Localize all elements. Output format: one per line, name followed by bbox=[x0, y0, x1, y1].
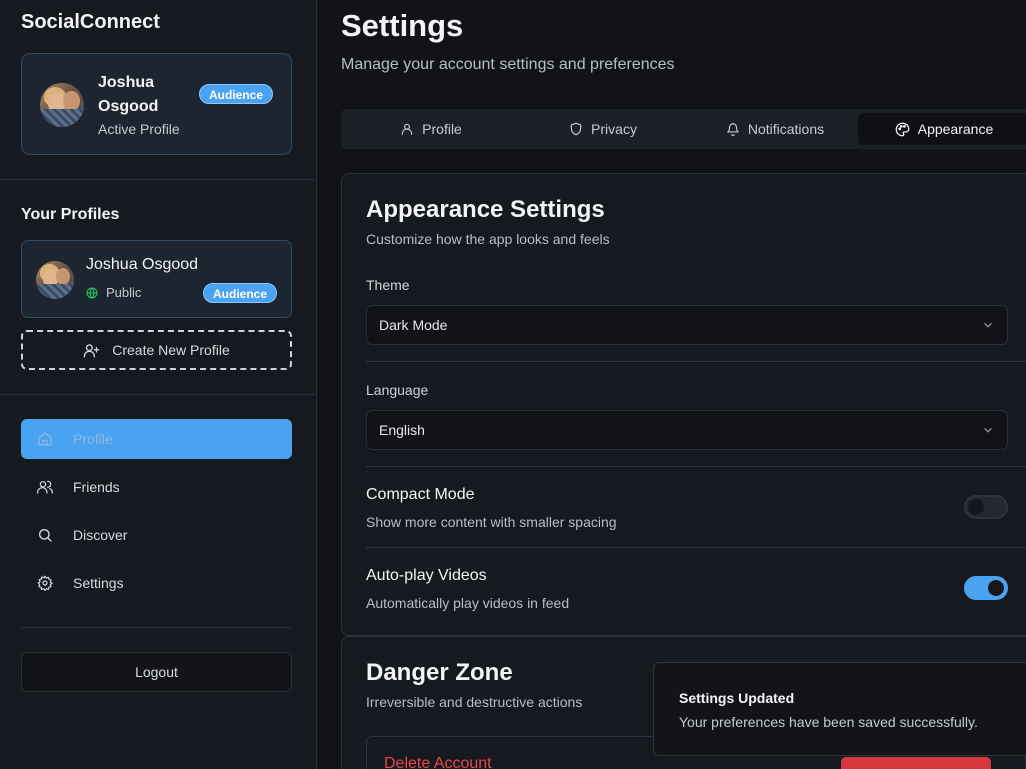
shield-icon bbox=[569, 122, 583, 136]
tab-label: Notifications bbox=[747, 121, 825, 137]
divider bbox=[21, 627, 292, 628]
tab-label: Appearance bbox=[917, 121, 994, 137]
danger-zone-title: Danger Zone bbox=[366, 659, 513, 686]
users-icon bbox=[37, 479, 53, 495]
compact-mode-title: Compact Mode bbox=[366, 486, 475, 503]
toast-title: Settings Updated bbox=[679, 690, 795, 706]
theme-select[interactable]: Dark Mode bbox=[366, 305, 1008, 345]
tab-profile[interactable]: Profile bbox=[345, 113, 517, 145]
nav-item-label: Discover bbox=[73, 527, 128, 543]
chevron-down-icon bbox=[981, 423, 995, 437]
tab-label: Profile bbox=[422, 121, 462, 137]
compact-mode-description: Show more content with smaller spacing bbox=[366, 514, 617, 530]
autoplay-description: Automatically play videos in feed bbox=[366, 595, 570, 611]
tab-label: Privacy bbox=[591, 121, 637, 137]
sidebar: SocialConnect Joshua Osgood Active Profi… bbox=[0, 0, 317, 769]
avatar bbox=[40, 83, 84, 127]
avatar bbox=[36, 261, 74, 299]
palette-icon bbox=[895, 122, 910, 137]
search-icon bbox=[37, 527, 53, 543]
profile-card-name: Joshua Osgood bbox=[86, 256, 199, 273]
language-value: English bbox=[379, 422, 425, 438]
delete-account-button[interactable] bbox=[841, 757, 991, 769]
language-label: Language bbox=[366, 382, 429, 398]
appearance-settings-panel: Appearance Settings Customize how the ap… bbox=[341, 173, 1026, 636]
chevron-down-icon bbox=[981, 318, 995, 332]
brand-logo[interactable]: SocialConnect bbox=[21, 11, 160, 34]
bell-icon bbox=[726, 122, 740, 136]
divider bbox=[366, 466, 1026, 467]
create-profile-label: Create New Profile bbox=[112, 342, 230, 358]
theme-value: Dark Mode bbox=[379, 317, 448, 333]
tab-appearance[interactable]: Appearance bbox=[858, 113, 1026, 145]
profile-visibility-label: Public bbox=[106, 285, 142, 300]
nav-item-label: Profile bbox=[73, 431, 113, 447]
divider bbox=[366, 547, 1026, 548]
divider bbox=[0, 394, 316, 395]
page-subtitle: Manage your account settings and prefere… bbox=[341, 56, 675, 73]
tab-privacy[interactable]: Privacy bbox=[517, 113, 689, 145]
autoplay-toggle[interactable] bbox=[964, 576, 1008, 600]
active-profile-card[interactable]: Joshua Osgood Active Profile Audience bbox=[21, 53, 292, 155]
page-title: Settings bbox=[341, 8, 464, 43]
nav-item-discover[interactable]: Discover bbox=[21, 515, 292, 555]
autoplay-title: Auto-play Videos bbox=[366, 567, 487, 584]
your-profiles-heading: Your Profiles bbox=[21, 206, 120, 223]
user-icon bbox=[400, 122, 414, 136]
toast-message: Your preferences have been saved success… bbox=[679, 714, 978, 730]
audience-badge: Audience bbox=[203, 283, 278, 303]
active-profile-name: Joshua Osgood bbox=[98, 74, 159, 115]
profile-card[interactable]: Joshua Osgood Public Audience bbox=[21, 240, 292, 318]
nav-item-label: Friends bbox=[73, 479, 120, 495]
delete-account-label: Delete Account bbox=[384, 755, 492, 769]
nav-item-friends[interactable]: Friends bbox=[21, 467, 292, 507]
create-profile-button[interactable]: Create New Profile bbox=[21, 330, 292, 370]
nav-item-settings[interactable]: Settings bbox=[21, 563, 292, 603]
divider bbox=[0, 179, 316, 180]
toast-notification[interactable]: Settings Updated Your preferences have b… bbox=[653, 662, 1026, 756]
home-icon bbox=[37, 431, 53, 447]
active-profile-status: Active Profile bbox=[98, 121, 180, 137]
audience-badge: Audience bbox=[199, 84, 274, 104]
gear-icon bbox=[37, 575, 53, 591]
nav-item-profile[interactable]: Profile bbox=[21, 419, 292, 459]
profile-visibility: Public bbox=[86, 285, 141, 300]
appearance-subtitle: Customize how the app looks and feels bbox=[366, 231, 610, 247]
user-plus-icon bbox=[83, 342, 100, 359]
settings-tabs: Profile Privacy Notifications Appearance bbox=[341, 109, 1026, 149]
language-select[interactable]: English bbox=[366, 410, 1008, 450]
compact-mode-toggle[interactable] bbox=[964, 495, 1008, 519]
appearance-title: Appearance Settings bbox=[366, 196, 605, 223]
logout-button[interactable]: Logout bbox=[21, 652, 292, 692]
nav-item-label: Settings bbox=[73, 575, 124, 591]
theme-label: Theme bbox=[366, 277, 410, 293]
globe-icon bbox=[86, 286, 98, 299]
tab-notifications[interactable]: Notifications bbox=[689, 113, 861, 145]
danger-zone-subtitle: Irreversible and destructive actions bbox=[366, 694, 583, 710]
divider bbox=[366, 361, 1026, 362]
